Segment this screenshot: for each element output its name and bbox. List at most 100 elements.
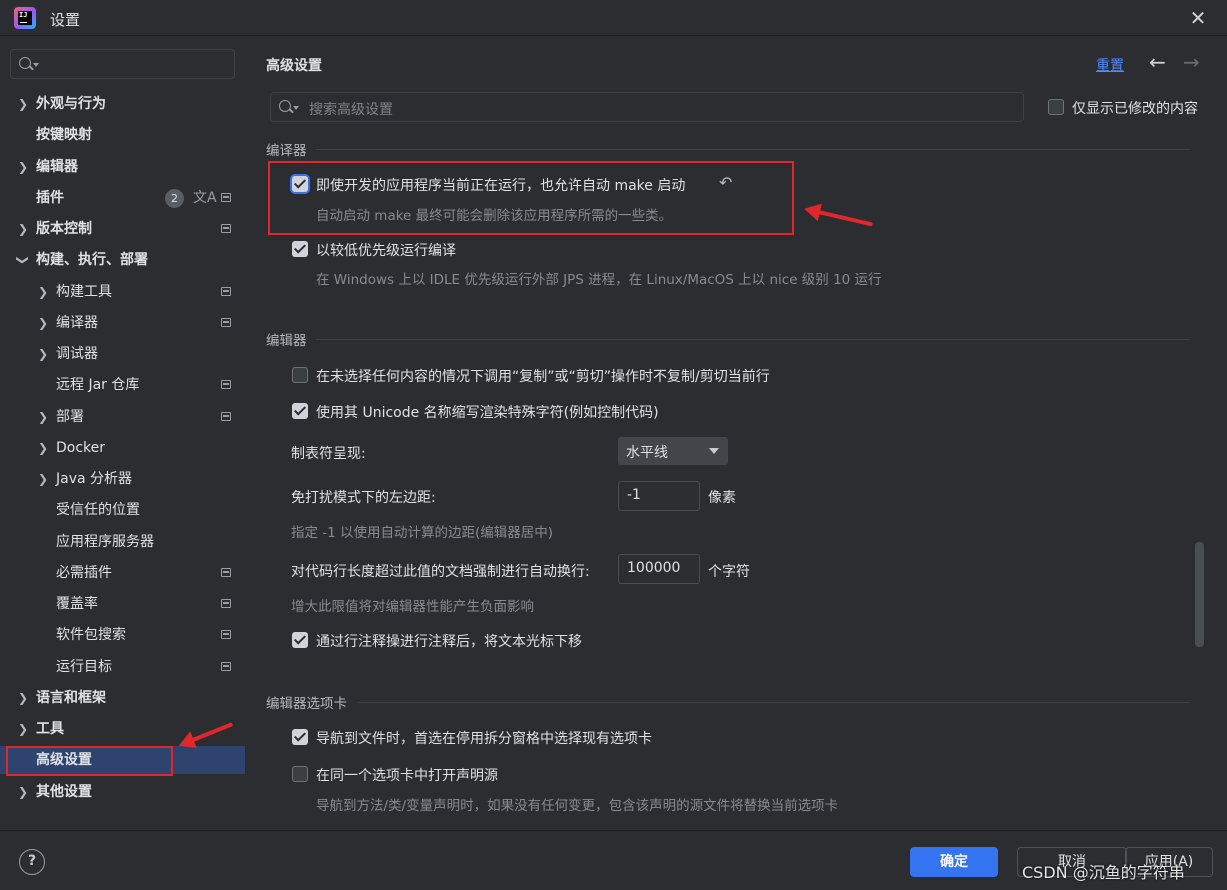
title-bar: IJ 设置 ✕	[0, 0, 1227, 36]
sidebar-item-other-settings[interactable]: ❯ 其他设置	[0, 778, 245, 806]
soft-wrap-label: 对代码行长度超过此值的文档强制进行自动换行:	[291, 564, 590, 580]
sidebar-item-compiler[interactable]: ❯ 编译器	[0, 309, 245, 337]
chevron-right-icon: ❯	[37, 347, 49, 361]
forward-arrow-icon[interactable]: →	[1183, 50, 1200, 74]
low-priority-hint: 在 Windows 上以 IDLE 优先级运行外部 JPS 进程，在 Linux…	[316, 272, 882, 288]
reset-link[interactable]: 重置	[1096, 55, 1124, 75]
search-icon	[19, 57, 31, 69]
sidebar-item-coverage[interactable]: 覆盖率	[0, 590, 245, 618]
tab-render-select[interactable]: 水平线	[618, 437, 728, 465]
low-priority-checkbox[interactable]	[292, 241, 308, 257]
unicode-abbrev-checkbox[interactable]	[292, 403, 308, 419]
open-declaration-hint: 导航到方法/类/变量声明时，如果没有任何变更，包含该声明的源文件将替换当前选项卡	[316, 798, 839, 814]
close-icon[interactable]: ✕	[1186, 6, 1210, 30]
manage-icon	[221, 630, 231, 639]
chevron-right-icon: ❯	[37, 472, 49, 486]
translate-icon: 文A	[193, 190, 217, 206]
open-declaration-label: 在同一个选项卡中打开声明源	[316, 768, 498, 784]
sidebar-item-trusted-locations[interactable]: 受信任的位置	[0, 496, 245, 524]
search-options-icon	[293, 106, 299, 110]
sidebar-item-docker[interactable]: ❯ Docker	[0, 434, 245, 462]
manage-icon	[221, 599, 231, 608]
chevron-right-icon: ❯	[17, 785, 29, 799]
annotation-highlight-box	[268, 161, 794, 235]
sidebar-item-editor[interactable]: ❯ 编辑器	[0, 153, 245, 181]
sidebar-item-remote-jar[interactable]: 远程 Jar 仓库	[0, 371, 245, 399]
ok-button[interactable]: 确定	[910, 847, 998, 877]
sidebar-item-build-execution-deployment[interactable]: ❯ 构建、执行、部署	[0, 246, 245, 274]
section-divider	[316, 149, 1190, 150]
section-divider	[358, 702, 1190, 703]
sidebar-item-run-targets[interactable]: 运行目标	[0, 653, 245, 681]
manage-icon	[221, 287, 231, 296]
sidebar-item-java-profiler[interactable]: ❯ Java 分析器	[0, 465, 245, 493]
sidebar-item-package-search[interactable]: 软件包搜索	[0, 621, 245, 649]
no-copy-line-checkbox[interactable]	[292, 367, 308, 383]
sidebar-item-appearance[interactable]: ❯ 外观与行为	[0, 90, 245, 118]
manage-icon	[221, 662, 231, 671]
zen-margin-unit: 像素	[708, 490, 736, 506]
sidebar-item-vcs[interactable]: ❯ 版本控制	[0, 215, 245, 243]
unicode-abbrev-label: 使用其 Unicode 名称缩写渲染特殊字符(例如控制代码)	[316, 405, 659, 421]
zen-margin-hint: 指定 -1 以使用自动计算的边距(编辑器居中)	[291, 525, 554, 541]
settings-sidebar: ❯ 外观与行为 按键映射 ❯ 编辑器 插件 2 文A ❯ 版本控制 ❯ 构建、执…	[0, 37, 245, 830]
chevron-right-icon: ❯	[37, 441, 49, 455]
low-priority-label: 以较低优先级运行编译	[316, 243, 456, 259]
zen-margin-input[interactable]: -1	[618, 481, 700, 511]
window-title: 设置	[50, 11, 81, 29]
chevron-right-icon: ❯	[37, 316, 49, 330]
chevron-down-icon	[709, 448, 719, 454]
sidebar-item-debugger[interactable]: ❯ 调试器	[0, 340, 245, 368]
move-caret-label: 通过行注释操进行注释后，将文本光标下移	[316, 634, 582, 650]
search-placeholder: 搜索高级设置	[309, 102, 393, 118]
sidebar-search-input[interactable]	[10, 49, 235, 79]
sidebar-item-keymap[interactable]: 按键映射	[0, 121, 245, 149]
watermark-text: CSDN @沉鱼的字符串	[1022, 863, 1185, 882]
chevron-right-icon: ❯	[17, 722, 29, 736]
section-title-editor-tabs: 编辑器选项卡	[266, 696, 347, 712]
settings-search-input[interactable]: 搜索高级设置	[270, 92, 1024, 122]
chevron-right-icon: ❯	[17, 160, 29, 174]
prefer-existing-tab-label: 导航到文件时，首选在停用拆分窗格中选择现有选项卡	[316, 731, 652, 747]
manage-icon	[221, 224, 231, 233]
content-scrollbar[interactable]	[1195, 542, 1204, 647]
prefer-existing-tab-checkbox[interactable]	[292, 729, 308, 745]
manage-icon	[221, 193, 231, 202]
no-copy-line-label: 在未选择任何内容的情况下调用“复制”或“剪切”操作时不复制/剪切当前行	[316, 369, 770, 385]
manage-icon	[221, 412, 231, 421]
annotation-highlight-box	[6, 746, 173, 776]
chevron-down-icon: ❯	[16, 254, 30, 266]
back-arrow-icon[interactable]: ←	[1149, 50, 1166, 74]
section-title-editor: 编辑器	[266, 333, 307, 349]
tab-render-label: 制表符呈现:	[291, 446, 366, 462]
help-button[interactable]: ?	[19, 849, 45, 875]
chevron-right-icon: ❯	[37, 285, 49, 299]
chevron-right-icon: ❯	[37, 410, 49, 424]
sidebar-item-build-tools[interactable]: ❯ 构建工具	[0, 278, 245, 306]
only-modified-checkbox[interactable]	[1048, 99, 1064, 115]
sidebar-item-app-servers[interactable]: 应用程序服务器	[0, 528, 245, 556]
move-caret-checkbox[interactable]	[292, 632, 308, 648]
section-title-compiler: 编译器	[266, 143, 307, 159]
manage-icon	[221, 380, 231, 389]
chevron-right-icon: ❯	[17, 97, 29, 111]
sidebar-item-tools[interactable]: ❯ 工具	[0, 715, 245, 743]
page-title: 高级设置	[266, 58, 322, 74]
search-icon	[279, 100, 291, 112]
manage-icon	[221, 318, 231, 327]
sidebar-item-required-plugins[interactable]: 必需插件	[0, 559, 245, 587]
soft-wrap-input[interactable]: 100000	[618, 554, 700, 584]
open-declaration-checkbox[interactable]	[292, 766, 308, 782]
dialog-footer: ? 确定 取消 应用(A) CSDN @沉鱼的字符串	[0, 830, 1227, 890]
chevron-right-icon: ❯	[17, 222, 29, 236]
manage-icon	[221, 568, 231, 577]
settings-content: 高级设置 重置 ← → 搜索高级设置 仅显示已修改的内容 编译器 即使开发的应用…	[246, 37, 1227, 830]
sidebar-item-plugins[interactable]: 插件 2 文A	[0, 184, 245, 212]
sidebar-item-deployment[interactable]: ❯ 部署	[0, 403, 245, 431]
section-divider	[316, 339, 1190, 340]
search-options-icon	[33, 63, 39, 67]
sidebar-item-languages-frameworks[interactable]: ❯ 语言和框架	[0, 684, 245, 712]
intellij-logo-icon: IJ	[14, 7, 36, 29]
chevron-right-icon: ❯	[17, 691, 29, 705]
zen-margin-label: 免打扰模式下的左边距:	[291, 490, 436, 506]
